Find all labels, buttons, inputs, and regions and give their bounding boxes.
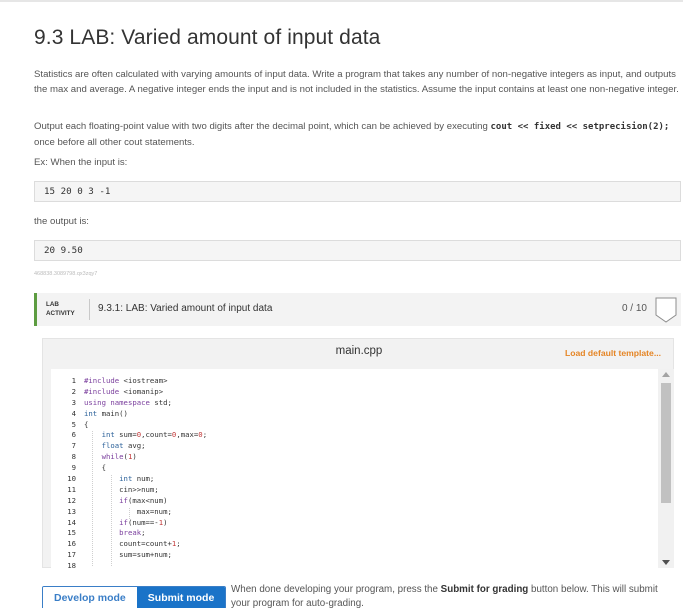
description-paragraph: Statistics are often calculated with var… (34, 69, 679, 95)
line-number: 4 (71, 408, 76, 418)
code-line[interactable]: sum=sum+num; (84, 550, 207, 561)
submit-note-prefix: When done developing your program, press… (231, 584, 441, 595)
code-line[interactable]: #include <iomanip> (84, 387, 207, 398)
code-line[interactable] (84, 561, 207, 568)
output-label: the output is: (34, 216, 89, 227)
page-title: 9.3 LAB: Varied amount of input data (34, 26, 381, 49)
format-code: cout << fixed << setprecision(2); (490, 122, 670, 132)
code-line[interactable]: break; (84, 528, 207, 539)
indent-guide (111, 475, 112, 566)
lab-tag-line2: ACTIVITY (46, 310, 75, 317)
code-line[interactable]: using namespace std; (84, 398, 207, 409)
code-line[interactable]: int main() (84, 409, 207, 420)
lab-separator (89, 299, 90, 320)
submit-mode-button[interactable]: Submit mode (136, 587, 226, 608)
line-number: 3 (71, 397, 76, 407)
line-number: 15 (67, 528, 76, 538)
code-line[interactable]: max=num; (84, 507, 207, 518)
line-number: 5 (71, 419, 76, 429)
example-input-box: 15 20 0 3 -1 (34, 181, 681, 202)
line-number: 13 (67, 506, 76, 516)
code-lines[interactable]: #include <iostream> #include <iomanip> usi… (84, 376, 207, 568)
line-number: 6 (71, 430, 76, 440)
format-text-prefix: Output each floating-point value with tw… (34, 121, 491, 132)
code-line[interactable]: float avg; (84, 441, 207, 452)
tracking-id: 468838.3089798.qx3zqy7 (34, 271, 98, 277)
line-number: 1 (71, 376, 76, 385)
line-number: 14 (67, 517, 76, 527)
indent-guide (92, 431, 93, 566)
mode-toggle: Develop mode Submit mode (42, 586, 227, 608)
completion-shield-icon (655, 297, 677, 323)
line-number: 9 (71, 463, 76, 473)
code-line[interactable]: while(1) (84, 452, 207, 463)
code-line[interactable]: count=count+1; (84, 539, 207, 550)
submit-note: When done developing your program, press… (231, 583, 671, 608)
code-editor[interactable]: 1 2 3 4 5 6 7 8 9 10 11 12 13 14 15 16 17 18 #include <io… (51, 369, 674, 568)
code-line[interactable]: { (84, 463, 207, 474)
line-number-gutter: 1 2 3 4 5 6 7 8 9 10 11 12 13 14 15 16 17 18 (51, 376, 79, 568)
line-number: 16 (67, 539, 76, 549)
lab-activity-title: 9.3.1: LAB: Varied amount of input data (98, 303, 273, 314)
scroll-down-arrow-icon[interactable] (662, 560, 670, 565)
line-number: 10 (67, 474, 76, 484)
indent-guide (129, 508, 130, 519)
submit-note-bold: Submit for grading (440, 584, 529, 595)
line-number: 7 (71, 441, 76, 451)
example-label: Ex: When the input is: (34, 157, 128, 168)
format-text-suffix: once before all other cout statements. (34, 137, 195, 148)
line-number: 2 (71, 386, 76, 396)
line-number: 11 (67, 484, 76, 494)
lab-activity-bar: LAB ACTIVITY 9.3.1: LAB: Varied amount o… (34, 293, 681, 326)
load-default-template-link[interactable]: Load default template... (565, 348, 661, 358)
lab-score: 0 / 10 (621, 303, 647, 314)
line-number: 8 (71, 452, 76, 462)
code-line[interactable]: int num; (84, 474, 207, 485)
lab-activity-tag: LAB ACTIVITY (46, 300, 75, 318)
code-line[interactable]: #include <iostream> (84, 376, 207, 387)
code-editor-panel: main.cpp Load default template... 123456… (42, 338, 674, 568)
code-line[interactable]: int sum=0,count=0,max=0; (84, 430, 208, 441)
scroll-up-arrow-icon[interactable] (662, 372, 670, 377)
example-output-box: 20 9.50 (34, 240, 681, 261)
develop-mode-button[interactable]: Develop mode (43, 587, 137, 608)
code-line[interactable]: if(max<num) (84, 496, 207, 507)
line-number: 12 (67, 495, 76, 505)
code-line[interactable]: { (84, 420, 207, 431)
code-line[interactable]: if(num==-1) (84, 518, 207, 529)
scroll-thumb[interactable] (661, 383, 671, 503)
line-number: 17 (67, 550, 76, 560)
code-line[interactable]: cin>>num; (84, 485, 207, 496)
editor-scrollbar[interactable] (658, 369, 674, 568)
top-divider (0, 0, 683, 2)
format-instructions: Output each floating-point value with tw… (34, 119, 682, 150)
line-number: 18 (67, 561, 76, 568)
lab-tag-line1: LAB (46, 301, 59, 308)
